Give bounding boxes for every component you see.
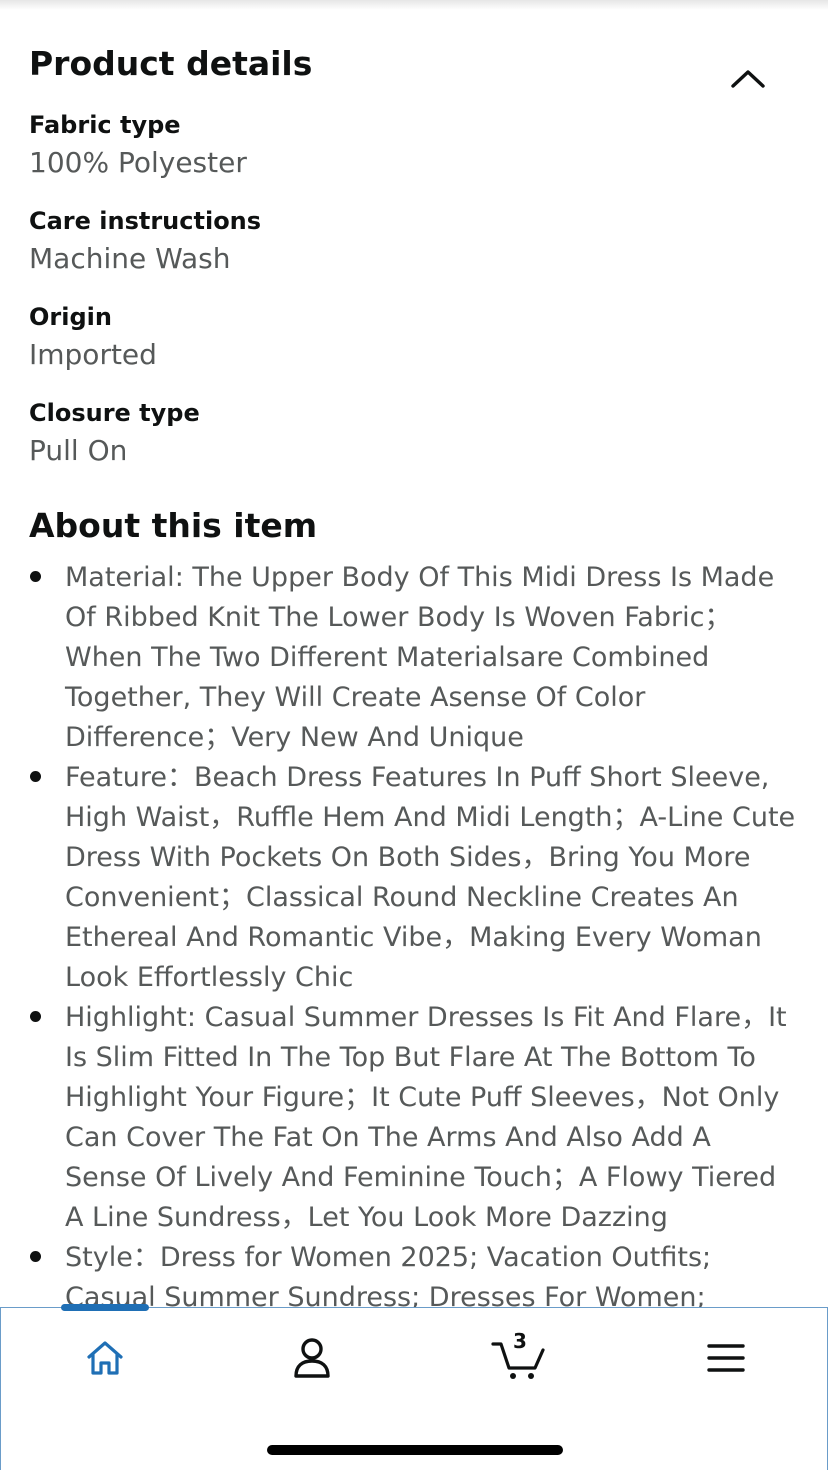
fabric-type-value: 100% Polyester — [29, 146, 247, 179]
nav-home-button[interactable] — [70, 1328, 140, 1388]
closure-type-value: Pull On — [29, 434, 128, 467]
chevron-up-icon — [731, 70, 765, 88]
about-this-item-title: About this item — [29, 506, 318, 545]
bullet-text: Feature：Beach Dress Features In Puff Sho… — [65, 762, 796, 993]
account-icon — [294, 1338, 330, 1378]
product-content: Product details Fabric type 100% Polyest… — [0, 0, 828, 1310]
page: Product details Fabric type 100% Polyest… — [0, 0, 828, 1471]
nav-cart-button[interactable]: 3 — [484, 1328, 554, 1388]
system-home-indicator[interactable] — [267, 1445, 563, 1455]
bottom-nav-bar: 3 — [0, 1304, 828, 1470]
bullet-item-feature: Feature：Beach Dress Features In Puff Sho… — [0, 758, 828, 998]
cart-count-badge: 3 — [513, 1329, 527, 1353]
product-details-title: Product details — [29, 44, 313, 83]
nav-account-button[interactable] — [277, 1328, 347, 1388]
closure-type-label: Closure type — [29, 399, 200, 427]
menu-icon — [707, 1344, 745, 1372]
bullet-text: Style：Dress for Women 2025; Vacation Out… — [65, 1242, 712, 1310]
bullet-item-highlight: Highlight: Casual Summer Dresses Is Fit … — [0, 998, 828, 1238]
about-bullet-list: Material: The Upper Body Of This Midi Dr… — [0, 558, 828, 1310]
home-icon — [87, 1341, 123, 1375]
fabric-type-label: Fabric type — [29, 111, 181, 139]
origin-label: Origin — [29, 303, 112, 331]
care-instructions-label: Care instructions — [29, 207, 262, 235]
bullet-text: Material: The Upper Body Of This Midi Dr… — [65, 562, 775, 753]
active-tab-indicator — [61, 1304, 149, 1311]
collapse-product-details-button[interactable] — [718, 50, 778, 106]
top-shadow — [0, 0, 828, 10]
bullet-item-material: Material: The Upper Body Of This Midi Dr… — [0, 558, 828, 758]
nav-menu-button[interactable] — [691, 1328, 761, 1388]
bullet-dot — [30, 771, 41, 782]
bullet-dot — [30, 1251, 41, 1262]
bullet-text: Highlight: Casual Summer Dresses Is Fit … — [65, 1002, 787, 1233]
origin-value: Imported — [29, 338, 157, 371]
bullet-dot — [30, 1011, 41, 1022]
bullet-item-style: Style：Dress for Women 2025; Vacation Out… — [0, 1238, 828, 1310]
bullet-dot — [30, 571, 41, 582]
care-instructions-value: Machine Wash — [29, 242, 231, 275]
